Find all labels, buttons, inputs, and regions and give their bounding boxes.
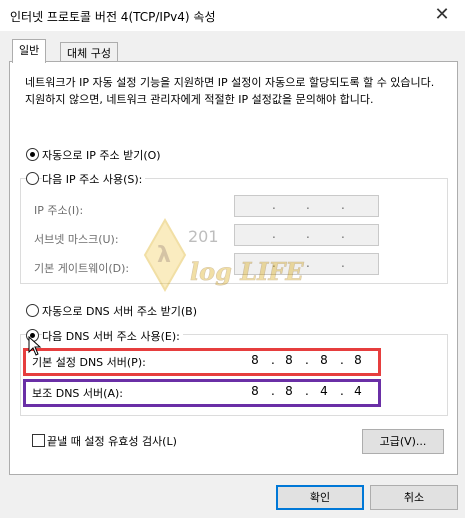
preferred-dns-octet-3: 8 (320, 353, 328, 367)
alternate-dns-octet-1: 8 (251, 384, 259, 398)
preferred-dns-octet-4: 8 (354, 353, 362, 367)
subnet-mask-input: ... (234, 224, 379, 246)
description-text: 네트워크가 IP 자동 설정 기능을 지원하면 IP 설정이 자동으로 할당되도… (25, 76, 435, 106)
ip-manual-radio[interactable] (26, 172, 39, 185)
radio-selected-dot (30, 152, 35, 157)
dns-auto-radio[interactable] (26, 304, 39, 317)
ip-auto-radio[interactable] (26, 148, 39, 161)
alternate-dns-octet-4: 4 (354, 384, 362, 398)
alternate-dns-octet-2: 8 (285, 384, 293, 398)
preferred-dns-octet-2: 8 (285, 353, 293, 367)
ip-auto-label[interactable]: 자동으로 IP 주소 받기(O) (42, 147, 161, 163)
validate-on-exit-label[interactable]: 끝낼 때 설정 유효성 검사(L) (47, 433, 177, 449)
ip-address-input: ... (234, 195, 379, 217)
advanced-button[interactable]: 고급(V)... (362, 429, 444, 454)
alternate-dns-octet-3: 4 (320, 384, 328, 398)
ip-address-label: IP 주소(I): (34, 204, 84, 217)
dns-auto-label[interactable]: 자동으로 DNS 서버 주소 받기(B) (42, 303, 197, 319)
dns-manual-label[interactable]: 다음 DNS 서버 주소 사용(E): (42, 328, 183, 344)
ip-manual-label[interactable]: 다음 IP 주소 사용(S): (42, 171, 146, 187)
ok-button[interactable]: 확인 (276, 485, 364, 510)
default-gateway-label: 기본 게이트웨이(D): (34, 262, 130, 275)
cancel-button[interactable]: 취소 (370, 485, 458, 510)
preferred-dns-input[interactable]: 8 . 8 . 8 . 8 (234, 351, 377, 371)
preferred-dns-octet-1: 8 (251, 353, 259, 367)
preferred-dns-label: 기본 설정 DNS 서버(P): (32, 356, 146, 369)
default-gateway-input: ... (234, 253, 379, 275)
alternate-dns-label: 보조 DNS 서버(A): (32, 387, 123, 400)
subnet-mask-label: 서브넷 마스크(U): (34, 233, 119, 246)
validate-on-exit-checkbox[interactable] (32, 434, 45, 447)
alternate-dns-input[interactable]: 8 . 8 . 4 . 4 (234, 382, 377, 402)
mouse-cursor-icon (28, 335, 42, 356)
